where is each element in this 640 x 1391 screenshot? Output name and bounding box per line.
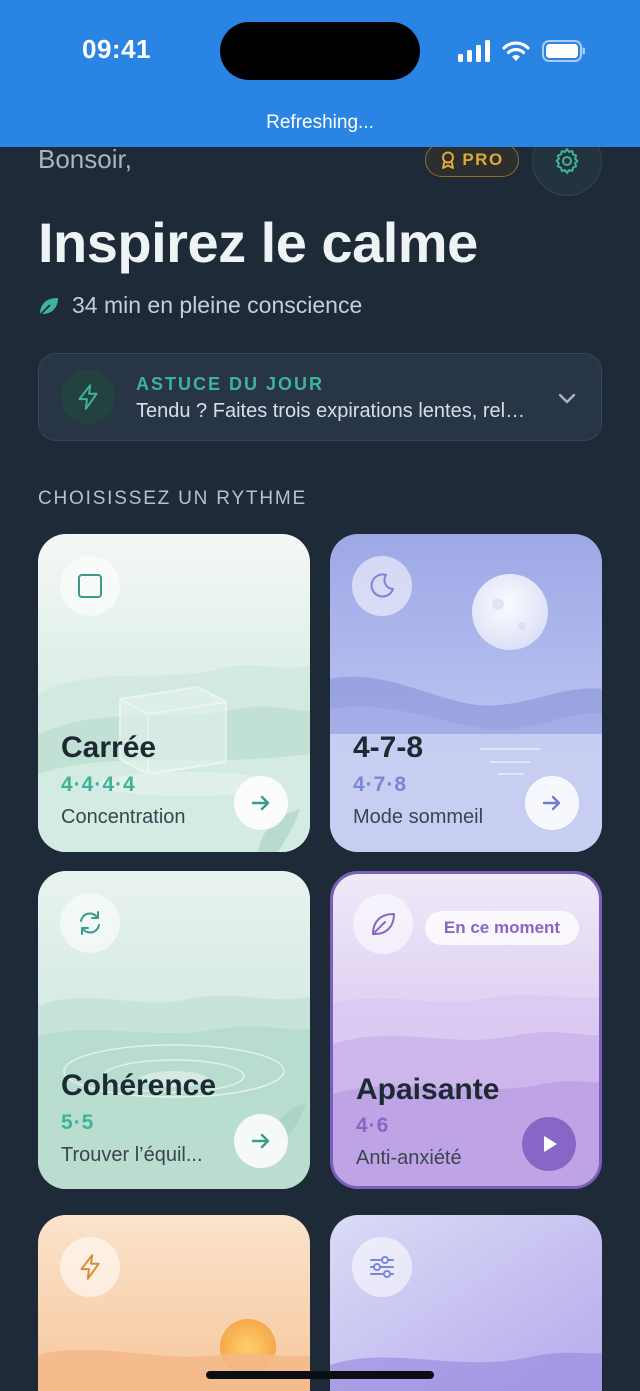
card-title: 4-7-8	[353, 731, 424, 764]
card-subtitle: Anti-anxiété	[356, 1147, 462, 1169]
greeting: Bonsoir,	[38, 144, 132, 174]
card-title: Carrée	[61, 731, 157, 764]
rhythm-card-apaisante[interactable]: En ce moment Apaisante 4·6 Anti-anxiété	[330, 871, 602, 1189]
card-icon-badge	[60, 556, 120, 616]
mindful-minutes-text: 34 min en pleine conscience	[72, 292, 363, 318]
play-button[interactable]	[522, 1117, 576, 1171]
dynamic-island	[220, 22, 420, 80]
card-title: Cohérence	[61, 1069, 217, 1102]
mindful-minutes: 34 min en pleine conscience	[38, 292, 362, 319]
tip-text: Tendu ? Faites trois expirations lentes,…	[136, 400, 536, 422]
rhythm-card-carree[interactable]: Carrée 4·4·4·4 Concentration	[38, 534, 310, 852]
tip-title: ASTUCE DU JOUR	[136, 374, 325, 394]
square-icon	[78, 574, 102, 598]
play-icon	[544, 1136, 557, 1152]
leaf-icon	[372, 913, 395, 935]
open-rhythm-button[interactable]	[525, 776, 579, 830]
rhythm-card-4-7-8[interactable]: 4-7-8 4·7·8 Mode sommeil	[330, 534, 602, 852]
chevron-down-icon[interactable]	[553, 384, 581, 412]
card-icon-badge	[60, 1237, 120, 1297]
lightning-icon	[80, 1254, 100, 1280]
signal-icon	[458, 40, 490, 62]
sliders-icon	[370, 1256, 394, 1278]
status-bar: 09:41 Refreshing...	[0, 0, 640, 147]
gear-icon	[555, 148, 579, 174]
wifi-icon	[502, 41, 530, 61]
card-pattern: 5·5	[61, 1111, 95, 1134]
pro-badge[interactable]: PRO	[425, 143, 519, 177]
lightning-icon	[78, 384, 98, 410]
pro-label: PRO	[462, 150, 504, 169]
arrow-right-icon	[251, 795, 270, 811]
refresh-status: Refreshing...	[266, 112, 374, 133]
tip-of-the-day-card[interactable]: ASTUCE DU JOUR Tendu ? Faites trois expi…	[38, 353, 602, 441]
home-indicator[interactable]	[206, 1371, 434, 1379]
card-icon-badge	[352, 1237, 412, 1297]
card-icon-badge	[353, 894, 413, 954]
rhythm-card-custom[interactable]	[330, 1215, 602, 1391]
card-pattern: 4·6	[356, 1114, 390, 1137]
open-rhythm-button[interactable]	[234, 1114, 288, 1168]
card-pattern: 4·7·8	[353, 773, 408, 796]
arrow-right-icon	[542, 795, 561, 811]
rhythm-card-coherence[interactable]: Cohérence 5·5 Trouver l’équil...	[38, 871, 310, 1189]
status-icons	[458, 38, 586, 64]
open-rhythm-button[interactable]	[234, 776, 288, 830]
page-title: Inspirez le calme	[38, 211, 478, 274]
moon-icon	[370, 573, 394, 598]
card-subtitle: Concentration	[61, 806, 186, 828]
card-icon-badge	[60, 893, 120, 953]
current-badge: En ce moment	[425, 911, 579, 945]
card-title: Apaisante	[356, 1073, 500, 1106]
card-subtitle: Mode sommeil	[353, 806, 484, 828]
card-subtitle: Trouver l’équil...	[61, 1144, 203, 1166]
section-label: CHOISISSEZ UN RYTHME	[38, 488, 307, 509]
refresh-icon	[80, 911, 100, 935]
leaf-icon	[39, 297, 58, 316]
rhythm-card-energy[interactable]	[38, 1215, 310, 1391]
card-icon-badge	[352, 556, 412, 616]
status-time: 09:41	[82, 34, 151, 64]
arrow-right-icon	[251, 1133, 270, 1149]
award-icon	[442, 151, 455, 169]
card-pattern: 4·4·4·4	[61, 773, 136, 796]
battery-icon	[542, 40, 585, 62]
tip-icon-badge	[61, 370, 115, 424]
